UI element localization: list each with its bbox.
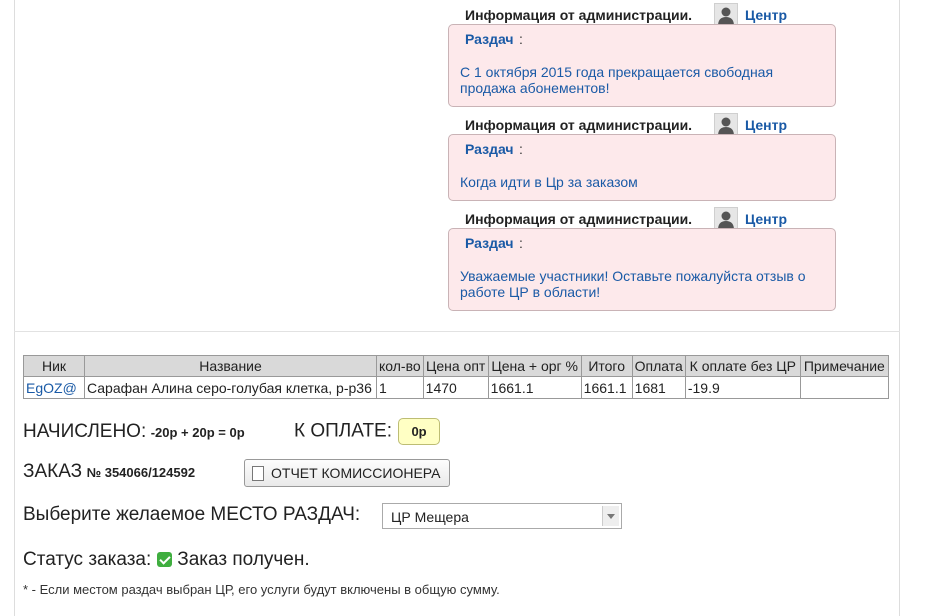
status-value: Заказ получен.	[177, 549, 310, 570]
notice-author-link[interactable]: Центр	[745, 211, 787, 227]
cell-note	[799, 376, 889, 399]
cell-total: 1661.1	[580, 376, 633, 399]
to-pay-label: К ОПЛАТЕ:	[294, 420, 392, 442]
order-table: Ник Название кол-во Цена опт Цена + орг …	[23, 355, 889, 399]
cell-wholesale-price: 1470	[422, 376, 489, 399]
col-header-note: Примечание	[799, 355, 889, 377]
notice-box: Раздач : Уважаемые участники! Оставьте п…	[448, 228, 836, 311]
table-header-row: Ник Название кол-во Цена опт Цена + орг …	[23, 355, 889, 377]
status-line: Статус заказа: Заказ получен.	[23, 549, 310, 571]
col-header-wholesale-price: Цена опт	[422, 355, 489, 377]
order-line: ЗАКАЗ № 354066/124592	[23, 461, 195, 483]
notice-topic-link[interactable]: Раздач	[465, 141, 514, 157]
commission-report-label: ОТЧЕТ КОМИССИОНЕРА	[271, 465, 441, 481]
checkmark-icon	[157, 552, 173, 567]
accrued-line: НАЧИСЛЕНО: -20р + 20р = 0р	[23, 421, 245, 443]
notice-from: Информация от администрации.	[465, 7, 693, 23]
col-header-name: Название	[84, 355, 377, 377]
notice-from: Информация от администрации.	[465, 117, 693, 133]
col-header-qty: кол-во	[376, 355, 424, 377]
cell-nick: EgOZ@	[23, 376, 85, 399]
notice-colon: :	[519, 235, 523, 251]
cell-item-name: Сарафан Алина серо-голубая клетка, р-р36	[84, 376, 377, 399]
pickup-select[interactable]: ЦР Мещера	[382, 503, 622, 529]
cell-due-without-cr: -19.9	[684, 376, 801, 399]
notice-author-link[interactable]: Центр	[745, 117, 787, 133]
to-pay-badge: 0р	[398, 418, 440, 445]
notice-from: Информация от администрации.	[465, 211, 693, 227]
content-frame-right	[899, 0, 900, 616]
pickup-selected-value: ЦР Мещера	[391, 509, 469, 525]
col-header-due-without-cr: К оплате без ЦР	[684, 355, 801, 377]
commission-report-button[interactable]: ОТЧЕТ КОМИССИОНЕРА	[244, 459, 450, 487]
to-pay-line: К ОПЛАТЕ: 0р	[294, 418, 440, 445]
nick-link[interactable]: EgOZ@	[26, 380, 77, 396]
document-icon	[252, 466, 264, 481]
notice-message-link[interactable]: С 1 октября 2015 года прекращается свобо…	[460, 64, 830, 96]
notice-colon: :	[519, 141, 523, 157]
pickup-label: Выберите желаемое МЕСТО РАЗДАЧ:	[23, 504, 361, 525]
accrued-value: -20р + 20р = 0р	[150, 425, 245, 440]
notice-topic-link[interactable]: Раздач	[465, 31, 514, 47]
notice-author-link[interactable]: Центр	[745, 7, 787, 23]
cell-qty: 1	[376, 376, 424, 399]
status-label: Статус заказа:	[23, 549, 152, 570]
cell-paid: 1681	[631, 376, 686, 399]
notice-box: Раздач : С 1 октября 2015 года прекращае…	[448, 24, 836, 107]
col-header-nick: Ник	[23, 355, 85, 377]
notice-box: Раздач : Когда идти в Цр за заказом	[448, 134, 836, 201]
col-header-price-with-fee: Цена + орг %	[487, 355, 582, 377]
content-frame-left	[14, 0, 15, 616]
footnote: * - Если местом раздач выбран ЦР, его ус…	[23, 582, 500, 597]
chevron-down-icon[interactable]	[602, 506, 619, 526]
section-divider	[14, 331, 900, 332]
col-header-paid: Оплата	[631, 355, 686, 377]
order-label: ЗАКАЗ	[23, 461, 83, 482]
notice-colon: :	[519, 31, 523, 47]
order-number: № 354066/124592	[86, 465, 196, 480]
accrued-label: НАЧИСЛЕНО:	[23, 421, 147, 442]
table-row: EgOZ@ Сарафан Алина серо-голубая клетка,…	[23, 376, 889, 399]
notice-message-link[interactable]: Когда идти в Цр за заказом	[460, 174, 830, 190]
notice-topic-link[interactable]: Раздач	[465, 235, 514, 251]
col-header-total: Итого	[580, 355, 633, 377]
cell-price-with-fee: 1661.1	[487, 376, 582, 399]
notice-message-link[interactable]: Уважаемые участники! Оставьте пожалуйста…	[460, 268, 830, 300]
